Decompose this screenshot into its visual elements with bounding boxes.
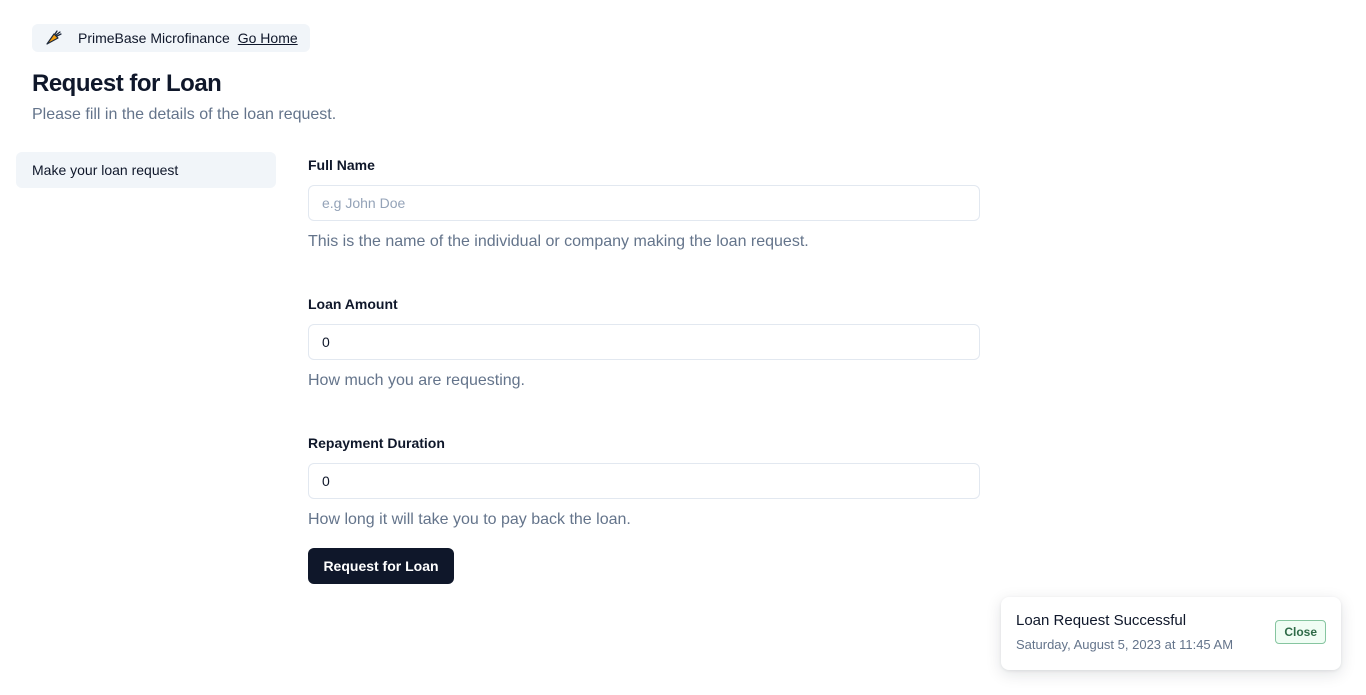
success-toast: Loan Request Successful Saturday, August… xyxy=(1001,597,1341,670)
repayment-duration-input[interactable] xyxy=(308,463,980,499)
full-name-field: Full Name This is the name of the indivi… xyxy=(308,156,980,251)
brand-bar: PrimeBase Microfinance Go Home xyxy=(32,24,310,52)
loan-amount-help: How much you are requesting. xyxy=(308,372,525,389)
repayment-duration-help: How long it will take you to pay back th… xyxy=(308,511,631,528)
loan-amount-input[interactable] xyxy=(308,324,980,360)
brand-name: PrimeBase Microfinance xyxy=(78,30,230,46)
loan-amount-field: Loan Amount How much you are requesting. xyxy=(308,295,980,390)
full-name-label: Full Name xyxy=(308,157,375,173)
full-name-input[interactable] xyxy=(308,185,980,221)
sidebar-item-label: Make your loan request xyxy=(32,162,179,178)
carrot-icon xyxy=(44,28,64,48)
sidebar-item-make-loan-request[interactable]: Make your loan request xyxy=(16,152,276,188)
loan-amount-label: Loan Amount xyxy=(308,296,398,312)
repayment-duration-field: Repayment Duration How long it will take… xyxy=(308,434,980,529)
toast-close-button[interactable]: Close xyxy=(1275,620,1326,644)
go-home-link[interactable]: Go Home xyxy=(238,30,298,46)
request-loan-button[interactable]: Request for Loan xyxy=(308,548,454,584)
page-subtitle: Please fill in the details of the loan r… xyxy=(32,106,337,123)
loan-request-form: Full Name This is the name of the indivi… xyxy=(308,156,980,573)
full-name-help: This is the name of the individual or co… xyxy=(308,233,809,250)
repayment-duration-label: Repayment Duration xyxy=(308,435,445,451)
page-title: Request for Loan xyxy=(32,70,222,97)
